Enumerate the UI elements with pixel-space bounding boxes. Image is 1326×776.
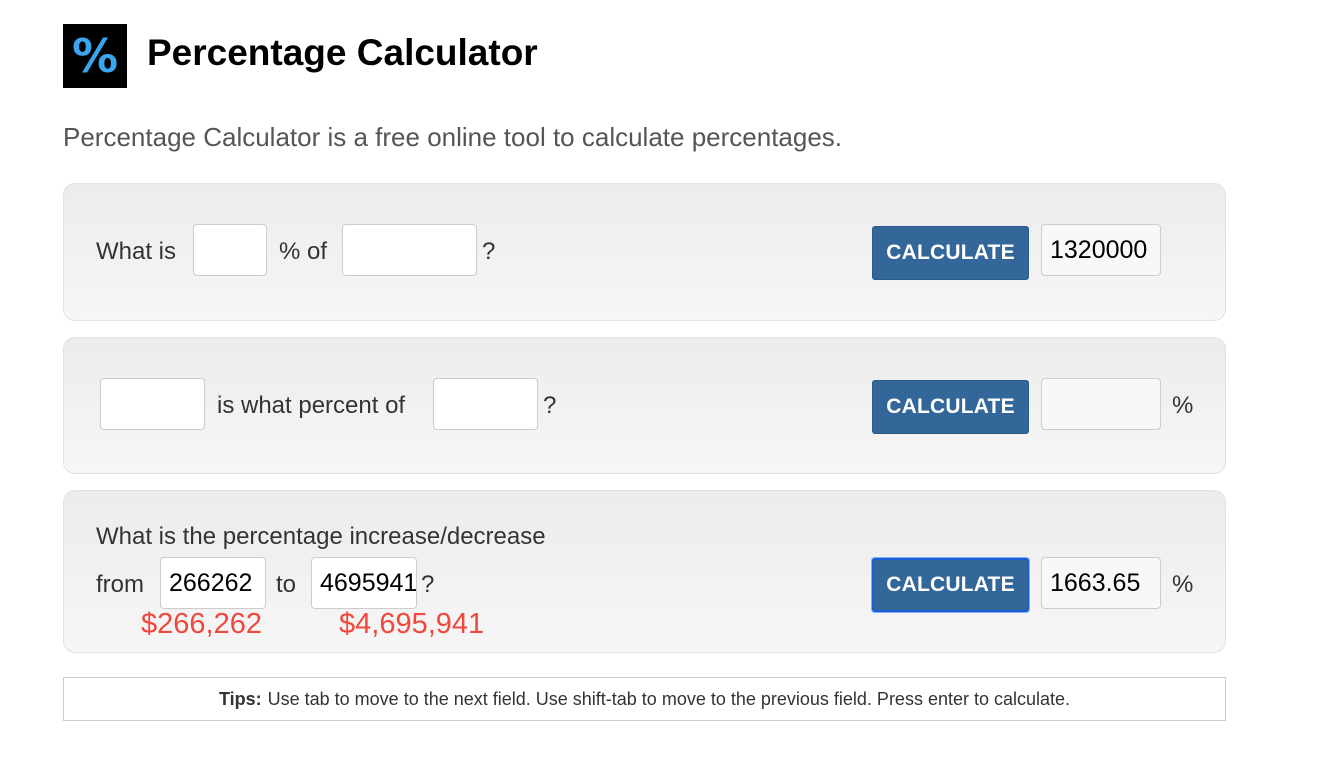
percent-logo-icon: % xyxy=(63,24,127,88)
result-field-3[interactable]: 1663.65 xyxy=(1041,557,1161,609)
result-unit-percent: % xyxy=(1172,571,1194,598)
calculate-button-1[interactable]: CALCULATE xyxy=(872,226,1029,280)
tips-box: Tips: Use tab to move to the next field.… xyxy=(63,677,1226,721)
to-value-input[interactable]: 4695941 xyxy=(311,557,417,609)
label-to: to xyxy=(276,571,297,598)
result-field-1[interactable]: 1320000 xyxy=(1041,224,1161,276)
tips-text: Use tab to move to the next field. Use s… xyxy=(267,688,1071,709)
part-number-input[interactable] xyxy=(100,378,205,430)
to-money-format: $4,695,941 xyxy=(339,608,485,640)
from-value-input[interactable]: 266262 xyxy=(160,557,266,609)
base-number-input[interactable] xyxy=(342,224,477,276)
calculator-percent-change: What is the percentage increase/decrease… xyxy=(63,490,1226,653)
result-field-2[interactable] xyxy=(1041,378,1161,430)
label-percent-change-heading: What is the percentage increase/decrease xyxy=(96,523,546,550)
logo-symbol: % xyxy=(71,29,119,83)
label-what-is: What is xyxy=(96,238,177,265)
percentage-calculator-page: % Percentage Calculator Percentage Calcu… xyxy=(0,0,1326,776)
percent-input[interactable] xyxy=(193,224,267,276)
calculator-is-what-percent-of: is what percent of ? CALCULATE % xyxy=(63,337,1226,474)
label-question: ? xyxy=(543,392,557,419)
label-is-what-percent-of: is what percent of xyxy=(217,392,406,419)
label-from: from xyxy=(96,571,144,598)
calculate-button-3[interactable]: CALCULATE xyxy=(872,558,1029,612)
label-question: ? xyxy=(482,238,496,265)
calculate-button-2[interactable]: CALCULATE xyxy=(872,380,1029,434)
label-question: ? xyxy=(421,571,435,598)
page-subtitle: Percentage Calculator is a free online t… xyxy=(63,122,843,152)
result-unit-percent: % xyxy=(1172,392,1194,419)
tips-label: Tips: xyxy=(218,688,262,709)
whole-number-input[interactable] xyxy=(433,378,538,430)
label-percent-of: % of xyxy=(279,238,328,265)
calculator-what-is-percent-of: What is % of ? CALCULATE 1320000 xyxy=(63,183,1226,321)
from-money-format: $266,262 xyxy=(141,608,262,640)
page-title: Percentage Calculator xyxy=(147,32,538,73)
